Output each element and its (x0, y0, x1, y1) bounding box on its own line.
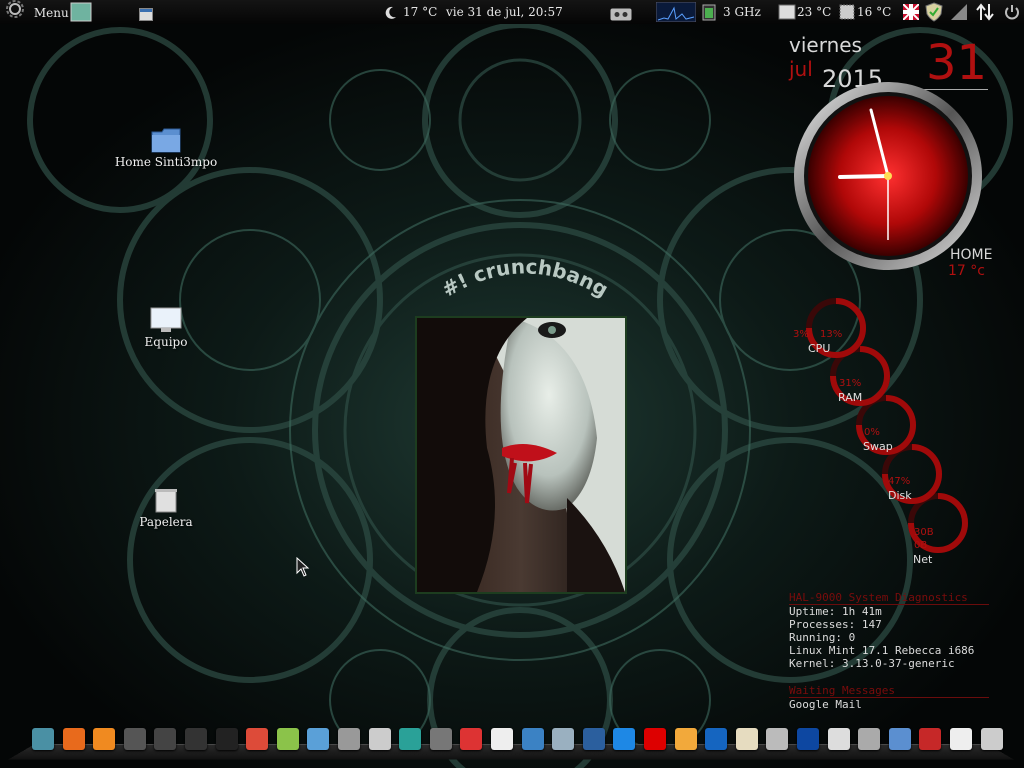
downloads-icon[interactable] (491, 728, 513, 750)
window-icon[interactable] (522, 728, 544, 750)
folder-icon[interactable] (889, 728, 911, 750)
menu-label: Menu (33, 5, 69, 20)
disk-label: Disk (888, 489, 912, 502)
desktop-icon-home[interactable]: Home Sinti3mpo (111, 127, 221, 169)
weather-temp[interactable]: 17 °C (403, 0, 437, 24)
ram-value: 31% (839, 378, 862, 389)
mint-icon[interactable] (399, 728, 421, 750)
text-icon[interactable] (950, 728, 972, 750)
window-list-icon[interactable] (139, 5, 153, 29)
chip-icon[interactable] (838, 3, 856, 27)
conky-home-label: HOME (950, 247, 993, 263)
recycle-icon[interactable] (430, 728, 452, 750)
svg-text:#! crunchbang: #! crunchbang (438, 254, 613, 301)
portrait-photo (415, 316, 627, 594)
ubuntu-one-icon[interactable] (93, 728, 115, 750)
printer-icon[interactable] (766, 728, 788, 750)
disk-icon[interactable] (828, 728, 850, 750)
media-player-icon[interactable] (185, 728, 207, 750)
desktop-icon-trash[interactable]: Papelera (111, 487, 221, 529)
shield-icon[interactable] (925, 2, 943, 26)
swap-label: Swap (863, 440, 893, 453)
net-up-value: 30B (914, 527, 934, 538)
notes-icon[interactable] (277, 728, 299, 750)
battery-icon[interactable] (700, 3, 718, 27)
terminal-icon[interactable] (124, 728, 146, 750)
mail-icon[interactable] (307, 728, 329, 750)
desktop-icon-label: Home Sinti3mpo (114, 155, 218, 169)
conky-day-name: viernes (789, 33, 862, 57)
os-info: Linux Mint 17.1 Rebecca i686 (789, 644, 975, 657)
cpu-frequency[interactable]: 3 GHz (723, 0, 761, 24)
sensor-icon[interactable] (778, 3, 796, 27)
crunchbang-logo: #! crunchbang (438, 254, 613, 301)
anchor-icon[interactable] (32, 728, 54, 750)
conky-home-temp: 17 °c (948, 263, 985, 279)
cpu-graph-icon[interactable] (655, 1, 697, 26)
mail-account: Google Mail (789, 698, 862, 711)
desktop-icon-label: Papelera (139, 515, 193, 529)
uptime: Uptime: 1h 41m (789, 605, 882, 618)
trash-icon (155, 489, 177, 513)
cpu-label: CPU (808, 342, 831, 355)
banana-icon[interactable] (675, 728, 697, 750)
trash-icon[interactable] (981, 728, 1003, 750)
desktop-icon-label: Equipo (144, 335, 188, 349)
kernel-info: Kernel: 3.13.0-37-generic (789, 657, 955, 670)
top-panel: Menu 17 °C vie 31 de jul, 20:57 3 GHz 23… (0, 0, 1024, 24)
moon-icon (385, 0, 397, 24)
scanner-icon[interactable] (369, 728, 391, 750)
camera-icon[interactable] (338, 728, 360, 750)
transfer-arrows-icon[interactable] (975, 2, 995, 26)
monitor-icon[interactable] (552, 728, 574, 750)
conky-rings (806, 298, 968, 553)
cpu-core2-value: 13% (820, 329, 843, 340)
document-icon[interactable] (736, 728, 758, 750)
tape-icon[interactable] (610, 5, 632, 29)
network-signal-icon[interactable] (950, 3, 968, 27)
computer-icon (150, 307, 182, 332)
temperature-1[interactable]: 23 °C (797, 0, 831, 24)
diagnostics-header: HAL-9000 System Diagnostics (789, 591, 989, 605)
keyboard-layout-icon[interactable] (902, 3, 920, 28)
conky-diagnostics: HAL-9000 System Diagnostics Uptime: 1h 4… (789, 591, 989, 711)
firefox-icon[interactable] (63, 728, 85, 750)
desktop-icon-computer[interactable]: Equipo (111, 307, 221, 349)
net-label: Net (913, 553, 933, 566)
net-down-value: 0B (914, 540, 928, 551)
chart-icon[interactable] (460, 728, 482, 750)
disk-value: 47% (888, 476, 911, 487)
show-desktop-icon[interactable] (70, 2, 92, 26)
clock-hour-hand (838, 174, 890, 179)
power-icon[interactable] (1003, 3, 1021, 27)
processes: Processes: 147 (789, 618, 882, 631)
music-icon[interactable] (613, 728, 635, 750)
chrome-icon[interactable] (246, 728, 268, 750)
gear-icon (6, 0, 24, 26)
temperature-2[interactable]: 16 °C (857, 0, 891, 24)
calculator-icon[interactable] (154, 728, 176, 750)
clock[interactable]: vie 31 de jul, 20:57 (446, 0, 563, 24)
record-icon[interactable] (216, 728, 238, 750)
book-icon[interactable] (705, 728, 727, 750)
opera-icon[interactable] (644, 728, 666, 750)
menu-button[interactable]: Menu (6, 0, 69, 24)
cpu-core1-value: 3% (793, 329, 809, 340)
pdf-icon[interactable] (919, 728, 941, 750)
hal-clock (794, 82, 982, 270)
ram-label: RAM (838, 391, 863, 404)
messages-header: Waiting Messages (789, 684, 989, 698)
running: Running: 0 (789, 631, 856, 644)
folder-icon (151, 128, 181, 153)
usb-icon[interactable] (797, 728, 819, 750)
swap-value: 0% (864, 427, 880, 438)
tape-icon[interactable] (858, 728, 880, 750)
conky-month: jul (789, 57, 813, 81)
mouse-cursor-icon (296, 557, 310, 577)
panel-icon[interactable] (583, 728, 605, 750)
